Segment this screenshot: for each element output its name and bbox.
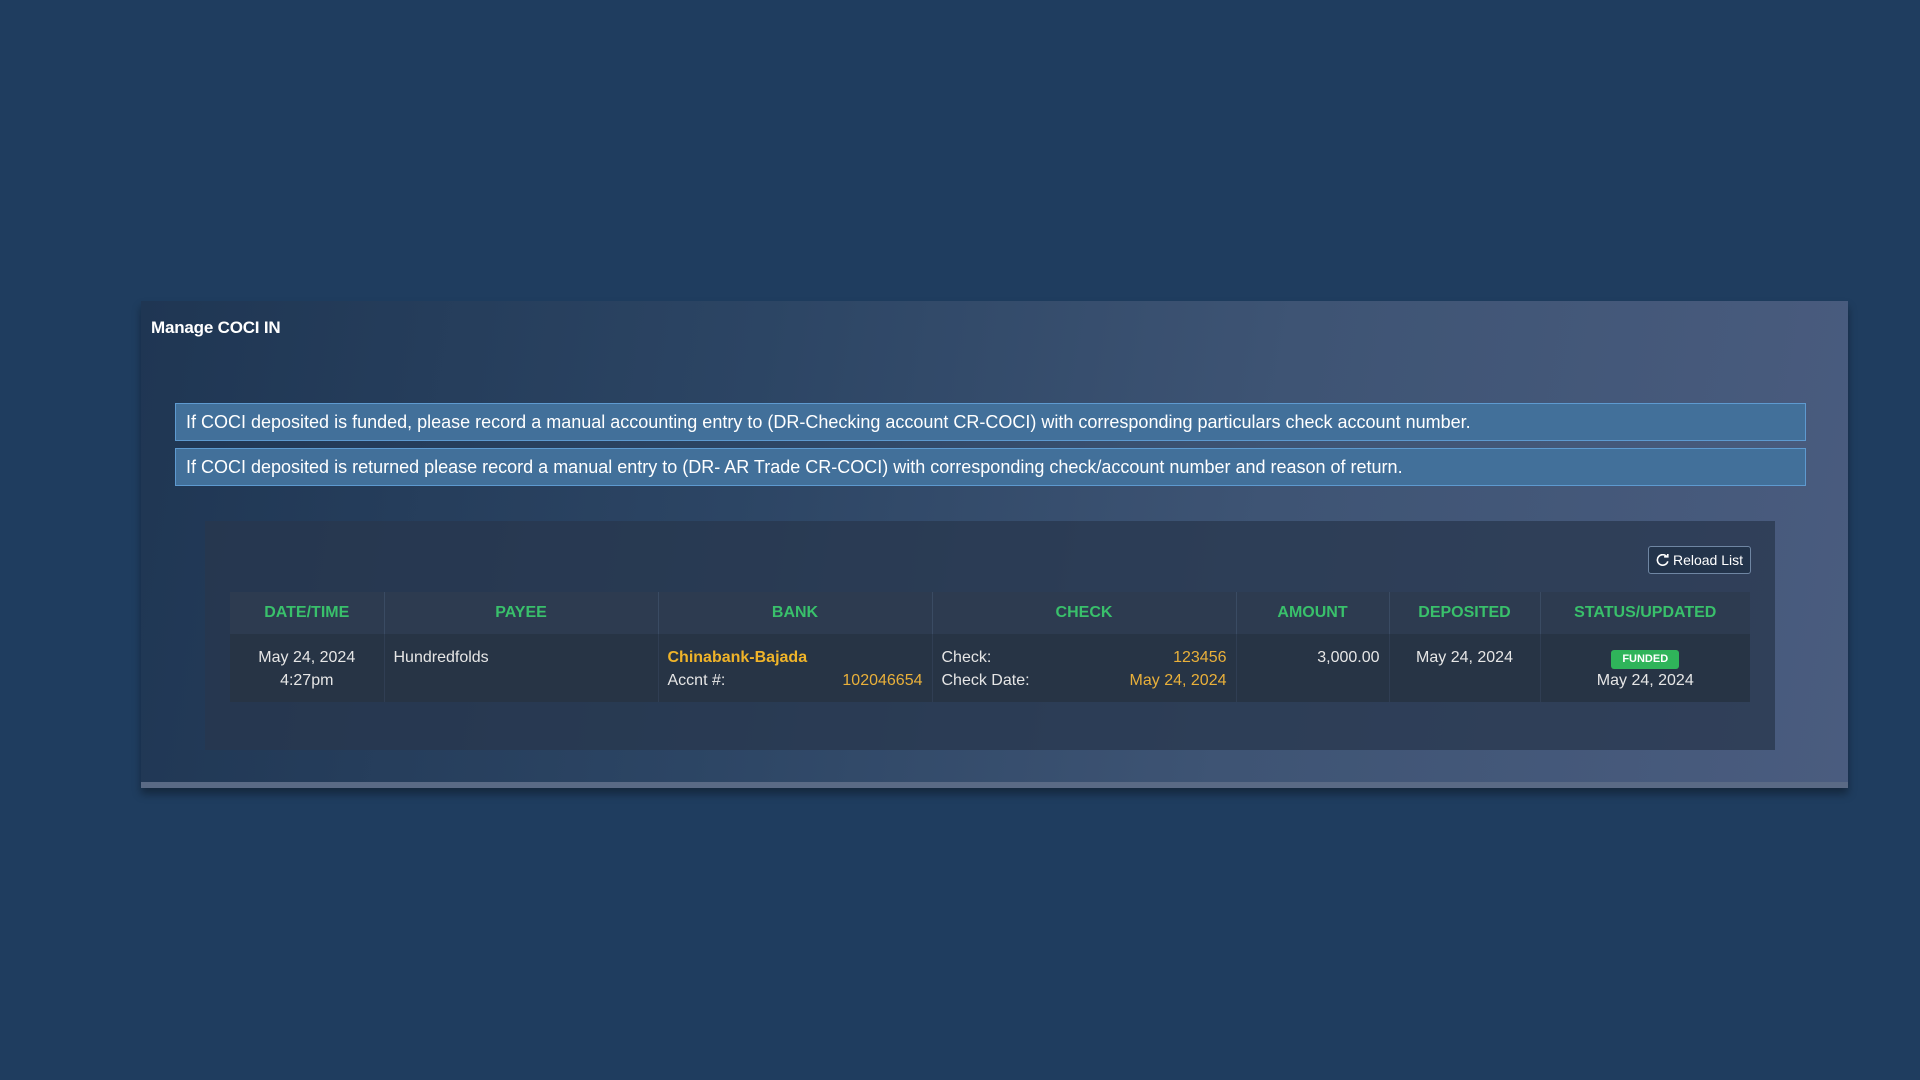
coci-list-container: Reload List DATE/TIME PAYEE BANK CHECK A… (205, 521, 1775, 750)
row-bank-name: Chinabank-Bajada (667, 649, 808, 666)
column-header-check[interactable]: CHECK (932, 592, 1237, 634)
column-header-status[interactable]: STATUS/UPDATED (1540, 592, 1750, 634)
row-account: Accnt #: 102046654 (668, 669, 923, 692)
info-alert-returned: If COCI deposited is returned please rec… (175, 448, 1806, 486)
check-label: Check: (941, 649, 992, 666)
reload-list-button[interactable]: Reload List (1647, 546, 1751, 574)
cell-check: Check: 123456 Check Date: May 24, 2024 (932, 634, 1237, 702)
column-header-datetime[interactable]: DATE/TIME (230, 592, 385, 634)
manage-coci-panel: Manage COCI IN If COCI deposited is fund… (141, 301, 1848, 788)
row-check-date: Check Date: May 24, 2024 (942, 669, 1227, 692)
panel-title: Manage COCI IN (151, 318, 281, 337)
row-deposited: May 24, 2024 (1416, 649, 1513, 666)
coci-table: DATE/TIME PAYEE BANK CHECK AMOUNT DEPOSI… (230, 592, 1750, 702)
column-header-deposited[interactable]: DEPOSITED (1389, 592, 1541, 634)
row-amount: 3,000.00 (1317, 649, 1380, 666)
cell-bank: Chinabank-Bajada Accnt #: 102046654 (658, 634, 933, 702)
column-header-bank[interactable]: BANK (658, 592, 933, 634)
check-date: May 24, 2024 (1129, 672, 1227, 689)
check-date-label: Check Date: (941, 672, 1030, 689)
table-header-row: DATE/TIME PAYEE BANK CHECK AMOUNT DEPOSI… (230, 592, 1750, 634)
status-badge: FUNDED (1611, 650, 1680, 669)
refresh-icon (1656, 553, 1669, 567)
row-updated: May 24, 2024 (1596, 672, 1694, 689)
row-payee: Hundredfolds (393, 649, 489, 666)
reload-list-label: Reload List (1672, 552, 1743, 568)
cell-deposited: May 24, 2024 (1389, 634, 1541, 702)
row-time: 4:27pm (280, 672, 334, 689)
row-check-number: Check: 123456 (942, 646, 1227, 669)
account-label: Accnt #: (667, 672, 726, 689)
column-header-payee[interactable]: PAYEE (384, 592, 659, 634)
row-date: May 24, 2024 (258, 649, 356, 666)
cell-amount: 3,000.00 (1236, 634, 1390, 702)
account-number: 102046654 (842, 672, 923, 689)
table-row[interactable]: May 24, 2024 4:27pm Hundredfolds Chinaba… (230, 634, 1750, 702)
info-alert-funded: If COCI deposited is funded, please reco… (175, 403, 1806, 441)
cell-status: FUNDED May 24, 2024 (1540, 634, 1750, 702)
cell-datetime: May 24, 2024 4:27pm (230, 634, 385, 702)
check-number: 123456 (1173, 649, 1227, 666)
column-header-amount[interactable]: AMOUNT (1236, 592, 1390, 634)
cell-payee: Hundredfolds (384, 634, 659, 702)
